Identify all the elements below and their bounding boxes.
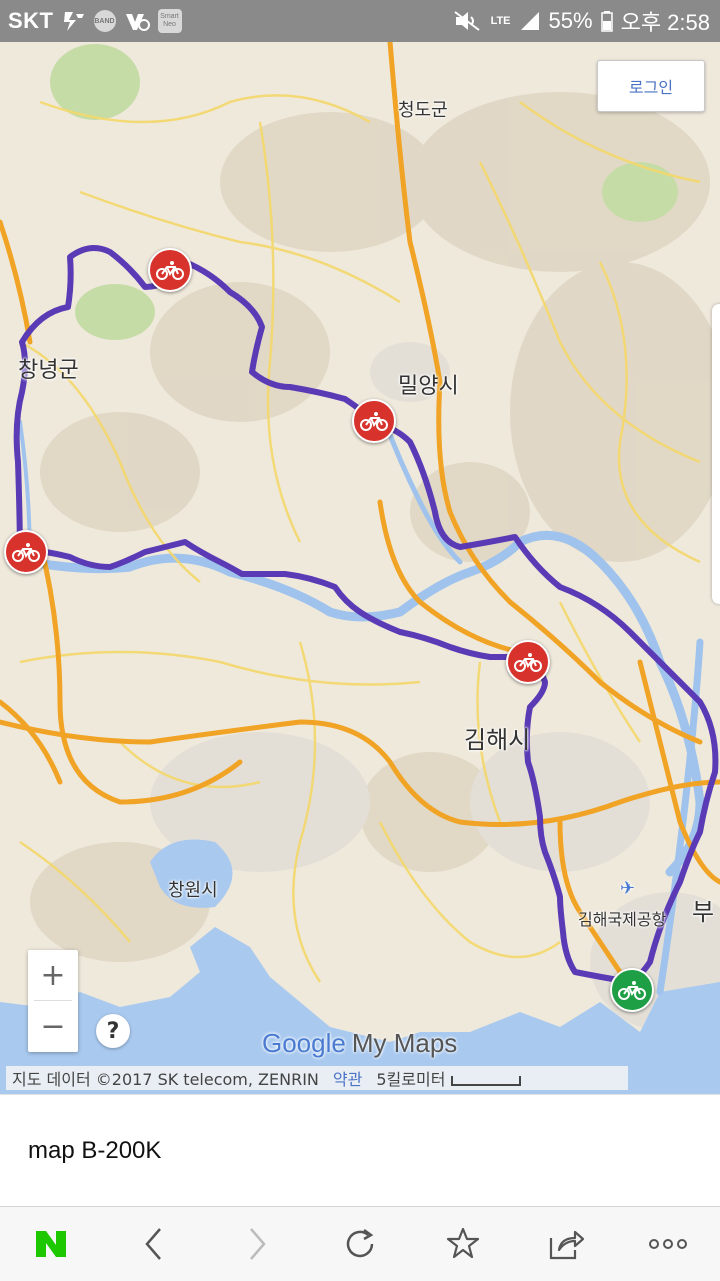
zoom-out-button[interactable]: − xyxy=(28,1001,78,1051)
terms-link[interactable]: 약관 xyxy=(333,1066,362,1090)
bookmark-button[interactable] xyxy=(433,1214,493,1274)
band-icon: BAND xyxy=(93,10,116,32)
smartneo-icon: Smart Neo xyxy=(157,9,182,33)
wifi-calling-icon xyxy=(124,10,150,32)
bike-marker[interactable] xyxy=(352,399,396,443)
start-bike-marker[interactable] xyxy=(610,968,654,1012)
mute-icon xyxy=(453,10,483,32)
back-button[interactable] xyxy=(124,1214,184,1274)
place-changwon: 창원시 xyxy=(168,880,218,901)
map-canvas xyxy=(0,42,720,1094)
signal-icon xyxy=(519,10,541,32)
place-busan: 부 xyxy=(692,898,715,926)
more-icon xyxy=(649,1239,688,1249)
bicycle-icon xyxy=(360,412,388,431)
place-changnyeong: 창녕군 xyxy=(18,358,79,383)
clock: 오후 2:58 xyxy=(620,10,710,35)
naver-home-icon xyxy=(36,1231,67,1257)
help-button[interactable]: ? xyxy=(96,1014,130,1048)
login-button[interactable]: 로그인 xyxy=(597,60,705,112)
bike-marker[interactable] xyxy=(148,248,192,292)
google-logo: Google xyxy=(262,1028,346,1058)
bicycle-icon xyxy=(12,543,40,562)
map-title: map B-200K xyxy=(28,1137,162,1164)
map-view[interactable]: 청도군 창녕군 밀양시 김해시 창원시 김해국제공항 부 ✈ 로그인 + − ?… xyxy=(0,42,720,1094)
bike-marker[interactable] xyxy=(4,530,48,574)
browser-toolbar xyxy=(0,1206,720,1281)
bookmark-icon xyxy=(446,1227,479,1259)
bike-marker[interactable] xyxy=(506,640,550,684)
network-type: LTE xyxy=(490,15,511,27)
map-caption: map B-200K xyxy=(0,1094,720,1207)
place-miryang: 밀양시 xyxy=(398,374,459,399)
status-bar: SKT BAND Smart Neo LTE 55% 오후 2:58 xyxy=(0,0,720,42)
forward-icon xyxy=(250,1228,266,1260)
scale-label: 5킬로미터 xyxy=(376,1066,522,1090)
attribution-text: 지도 데이터 ©2017 SK telecom, ZENRIN xyxy=(12,1070,319,1089)
naver-home-button[interactable] xyxy=(21,1214,81,1274)
volte-icon xyxy=(62,10,86,32)
zoom-in-button[interactable]: + xyxy=(28,950,78,1000)
reload-icon xyxy=(346,1228,374,1258)
airport-icon: ✈ xyxy=(620,878,636,899)
place-cheongdo: 청도군 xyxy=(398,100,448,121)
zoom-control: + − xyxy=(28,950,78,1052)
map-attribution-bar: 지도 데이터 ©2017 SK telecom, ZENRIN 약관 5킬로미터 xyxy=(6,1066,628,1090)
bicycle-icon xyxy=(514,653,542,672)
forward-button[interactable] xyxy=(227,1214,287,1274)
battery-icon xyxy=(600,10,613,32)
carrier-label: SKT xyxy=(8,8,54,33)
share-icon xyxy=(549,1230,584,1260)
more-button[interactable] xyxy=(638,1214,698,1274)
scale-bar xyxy=(451,1075,522,1086)
bicycle-icon xyxy=(618,981,646,1000)
back-icon xyxy=(145,1228,162,1260)
place-airport: 김해국제공항 xyxy=(578,910,667,929)
battery-percent: 55% xyxy=(548,8,593,33)
mymaps-logo: My Maps xyxy=(351,1028,458,1058)
bicycle-icon xyxy=(156,261,184,280)
side-panel-handle[interactable] xyxy=(712,304,720,604)
google-mymaps-logo: Google My Maps xyxy=(262,1028,457,1059)
place-gimhae: 김해시 xyxy=(464,726,531,754)
share-button[interactable] xyxy=(536,1214,596,1274)
reload-button[interactable] xyxy=(330,1214,390,1274)
